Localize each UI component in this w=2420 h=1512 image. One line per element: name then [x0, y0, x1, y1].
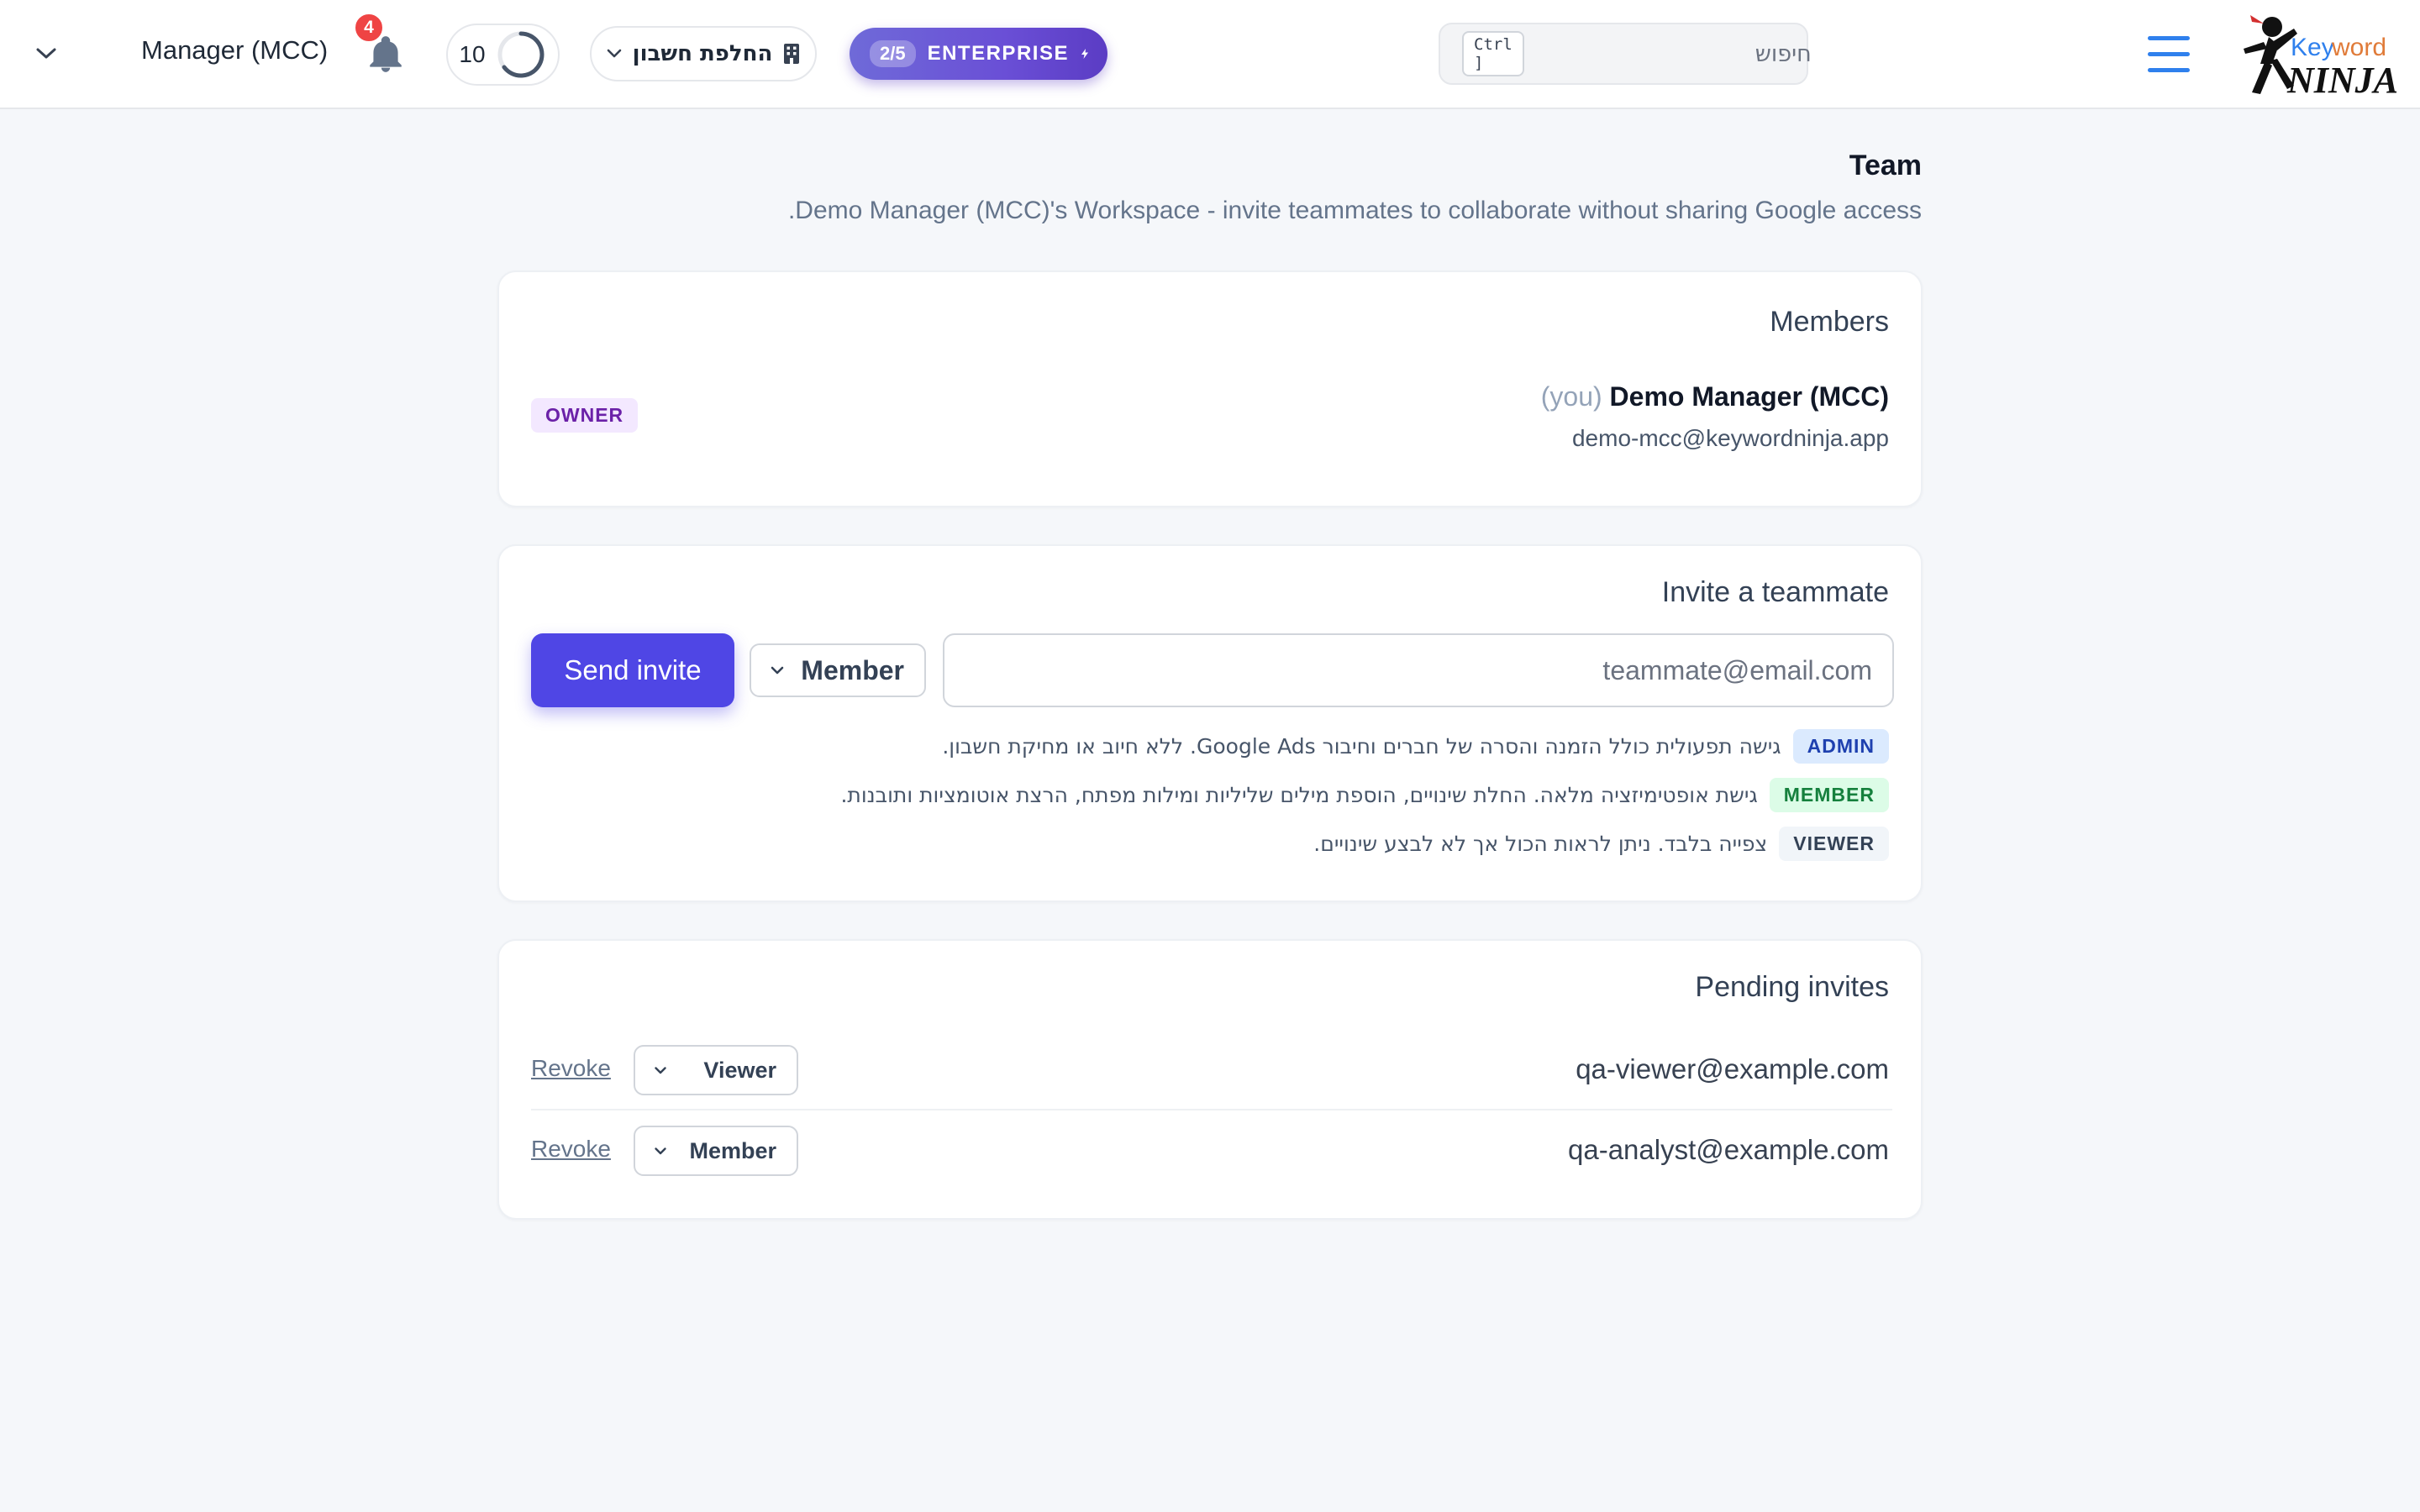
members-card: Members (you) Demo Manager (MCC) demo-mc…	[497, 270, 1923, 507]
building-icon	[784, 44, 800, 64]
member-name: (you) Demo Manager (MCC)	[1534, 381, 1889, 412]
switch-account-button[interactable]: החלפת חשבון	[590, 26, 817, 81]
role-description-member: MEMBER גישת אופטימיזציה מלאה. החלת שינוי…	[840, 778, 1889, 812]
role-description-viewer: VIEWER צפייה בלבד. ניתן לראות הכול אך לא…	[1313, 827, 1889, 861]
svg-text:Key: Key	[2291, 34, 2334, 61]
pending-role-select[interactable]: Viewer	[634, 1045, 798, 1095]
keyword-ninja-logo[interactable]: Key word NINJA	[2235, 5, 2403, 102]
plan-label: ENTERPRISE	[927, 42, 1069, 65]
plan-badge-button[interactable]: 2/5 ENTERPRISE	[850, 28, 1107, 80]
members-title: Members	[1770, 306, 1889, 338]
plan-seat-count: 2/5	[870, 40, 916, 67]
admin-role-badge: ADMIN	[1792, 729, 1889, 764]
pending-invites-card: Pending invites qa-viewer@example.com Vi…	[497, 939, 1923, 1220]
viewer-role-badge: VIEWER	[1779, 827, 1889, 861]
switch-account-label: החלפת חשבון	[632, 41, 773, 66]
credits-indicator[interactable]: 10	[446, 24, 560, 86]
role-description-admin: ADMIN גישה תפעולית כולל הזמנה והסרה של ח…	[942, 729, 1889, 764]
page-subtitle: .Demo Manager (MCC)'s Workspace - invite…	[787, 197, 1922, 224]
member-you-label: (you)	[1540, 381, 1602, 412]
pending-role-value: Member	[689, 1137, 776, 1163]
invite-role-select[interactable]: Member	[750, 643, 926, 697]
invite-role-selected: Member	[801, 654, 904, 685]
chevron-down-icon	[655, 1147, 666, 1154]
top-header: Manager (MCC) 4 10 החלפת חשבון 2/5 ENTER…	[0, 0, 2420, 109]
user-menu-chevron-icon[interactable]	[29, 36, 64, 71]
search-input[interactable]	[1523, 40, 1812, 67]
chevron-down-icon	[771, 666, 784, 675]
row-divider	[531, 1109, 1892, 1110]
svg-text:word: word	[2331, 34, 2386, 61]
member-email: demo-mcc@keywordninja.app	[1571, 425, 1889, 451]
member-role-description: גישת אופטימיזציה מלאה. החלת שינויים, הוס…	[840, 783, 1758, 807]
pending-role-value: Viewer	[703, 1057, 776, 1083]
pending-role-select[interactable]: Member	[634, 1126, 798, 1176]
invite-title: Invite a teammate	[1661, 576, 1889, 608]
notification-count-badge: 4	[353, 12, 385, 44]
user-name[interactable]: Manager (MCC)	[141, 35, 328, 66]
member-name-text: Demo Manager (MCC)	[1609, 381, 1889, 412]
viewer-role-description: צפייה בלבד. ניתן לראות הכול אך לא לבצע ש…	[1313, 832, 1768, 856]
member-role-badge: MEMBER	[1769, 778, 1889, 812]
invite-email-input[interactable]	[943, 633, 1894, 707]
search-shortcut-hint: Ctrl ]	[1462, 31, 1524, 76]
lightning-icon	[1081, 48, 1088, 60]
revoke-invite-link[interactable]: Revoke	[531, 1055, 611, 1082]
credits-count: 10	[459, 41, 486, 67]
hamburger-menu-icon[interactable]	[2146, 34, 2191, 76]
invite-card: Invite a teammate Member Send invite ADM…	[497, 544, 1923, 902]
send-invite-button[interactable]: Send invite	[531, 633, 734, 707]
revoke-invite-link[interactable]: Revoke	[531, 1136, 611, 1163]
chevron-down-icon	[607, 49, 621, 58]
pending-invite-email: qa-viewer@example.com	[1576, 1053, 1889, 1084]
page-title: Team	[1849, 150, 1922, 181]
search-box[interactable]: Ctrl ]	[1439, 23, 1812, 85]
owner-role-badge: OWNER	[531, 398, 639, 433]
chevron-down-icon	[655, 1066, 666, 1074]
pending-invite-email: qa-analyst@example.com	[1568, 1134, 1889, 1165]
svg-text:NINJA: NINJA	[2286, 60, 2398, 101]
credits-progress-ring-icon	[497, 31, 544, 78]
admin-role-description: גישה תפעולית כולל הזמנה והסרה של חברים ו…	[942, 734, 1781, 759]
pending-title: Pending invites	[1695, 971, 1889, 1003]
